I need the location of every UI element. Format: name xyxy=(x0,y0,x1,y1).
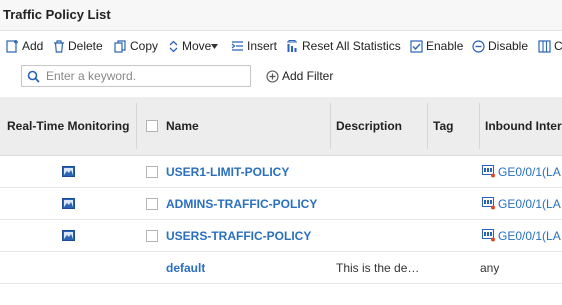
policy-name-link[interactable]: USERS-TRAFFIC-POLICY xyxy=(166,220,311,251)
inbound-interface[interactable]: GE0/0/1(LA xyxy=(482,156,561,187)
row-checkbox[interactable] xyxy=(146,229,158,242)
header-inbound-interface[interactable]: Inbound Inter xyxy=(485,97,562,155)
header-select-all[interactable] xyxy=(146,97,158,155)
trash-icon xyxy=(54,39,64,53)
interface-icon xyxy=(482,229,496,242)
inbound-interface-text: GE0/0/1(LA xyxy=(498,228,561,243)
caret-down-icon xyxy=(211,43,219,49)
inbound-interface: any xyxy=(480,260,500,275)
table-row[interactable]: USER1-LIMIT-POLICY GE0/0/1(LA xyxy=(0,156,562,188)
add-filter-label: Add Filter xyxy=(282,69,334,83)
monitor-chart-icon[interactable] xyxy=(62,156,75,187)
column-divider[interactable] xyxy=(427,103,428,149)
header-name[interactable]: Name xyxy=(166,97,199,155)
copy-icon xyxy=(114,39,126,53)
interface-icon xyxy=(482,165,496,178)
table-row[interactable]: default This is the de… any xyxy=(0,252,562,284)
reset-statistics-icon xyxy=(287,39,297,52)
insert-icon xyxy=(231,41,243,51)
table-header: Real-Time Monitoring Name Description Ta… xyxy=(0,97,562,156)
enable-label: Enable xyxy=(426,39,464,53)
search-icon xyxy=(27,70,40,83)
policy-description xyxy=(336,156,424,187)
policy-description xyxy=(336,220,424,251)
inbound-interface-text: GE0/0/1(LA xyxy=(498,196,561,211)
delete-button[interactable]: Delete xyxy=(53,36,103,56)
monitor-chart-icon[interactable] xyxy=(62,220,75,251)
header-monitoring[interactable]: Real-Time Monitoring xyxy=(7,97,129,155)
disable-label: Disable xyxy=(488,39,529,53)
title-bar: Traffic Policy List xyxy=(0,0,562,31)
add-filter-button[interactable]: Add Filter xyxy=(266,69,333,83)
enable-button[interactable]: Enable xyxy=(410,36,463,56)
column-divider[interactable] xyxy=(136,103,137,149)
copy-label: Copy xyxy=(130,39,159,53)
add-label: Add xyxy=(22,39,44,53)
insert-label: Insert xyxy=(247,39,278,53)
plus-circle-icon xyxy=(266,69,279,83)
row-checkbox-cell xyxy=(146,220,158,251)
move-icon xyxy=(169,40,178,52)
column-divider[interactable] xyxy=(330,103,331,149)
disable-button[interactable]: Disable xyxy=(472,36,528,56)
column-divider[interactable] xyxy=(479,103,480,149)
checkbox-checked-icon xyxy=(410,39,423,53)
inbound-interface-text: GE0/0/1(LA xyxy=(498,164,561,179)
interface-icon xyxy=(482,197,496,210)
search-box xyxy=(21,65,251,87)
select-all-checkbox[interactable] xyxy=(146,120,158,132)
policy-name-link[interactable]: ADMINS-TRAFFIC-POLICY xyxy=(166,188,317,219)
search-input[interactable] xyxy=(46,68,246,84)
header-tag[interactable]: Tag xyxy=(433,97,453,155)
row-checkbox-cell xyxy=(146,188,158,219)
table-row[interactable]: USERS-TRAFFIC-POLICY GE0/0/1(LA xyxy=(0,220,562,252)
policy-description: This is the de… xyxy=(336,260,420,275)
row-checkbox[interactable] xyxy=(146,165,158,178)
move-label: Move xyxy=(182,39,212,53)
policy-name-link[interactable]: default xyxy=(166,252,205,283)
columns-icon xyxy=(538,39,551,53)
move-button[interactable]: Move xyxy=(168,36,219,56)
row-checkbox[interactable] xyxy=(146,197,158,210)
minus-circle-icon xyxy=(472,39,485,53)
policy-name-link[interactable]: USER1-LIMIT-POLICY xyxy=(166,156,289,187)
reset-statistics-label: Reset All Statistics xyxy=(302,39,401,53)
header-description[interactable]: Description xyxy=(336,97,402,155)
delete-label: Delete xyxy=(68,39,103,53)
copy-button[interactable]: Copy xyxy=(114,36,158,56)
inbound-interface[interactable]: GE0/0/1(LA xyxy=(482,188,561,219)
policy-description xyxy=(336,188,424,219)
columns-button[interactable]: Co xyxy=(538,36,562,56)
inbound-interface[interactable]: GE0/0/1(LA xyxy=(482,220,561,251)
reset-statistics-button[interactable]: Reset All Statistics xyxy=(285,36,401,56)
monitor-chart-icon[interactable] xyxy=(62,188,75,219)
insert-button[interactable]: Insert xyxy=(231,36,277,56)
add-button[interactable]: Add xyxy=(6,36,43,56)
toolbar: Add Delete Copy Move Insert Reset All St… xyxy=(0,36,562,56)
row-checkbox-cell xyxy=(146,156,158,187)
page-title: Traffic Policy List xyxy=(3,7,111,22)
table-row[interactable]: ADMINS-TRAFFIC-POLICY GE0/0/1(LA xyxy=(0,188,562,220)
add-icon xyxy=(6,39,18,53)
columns-label: Co xyxy=(554,39,562,53)
